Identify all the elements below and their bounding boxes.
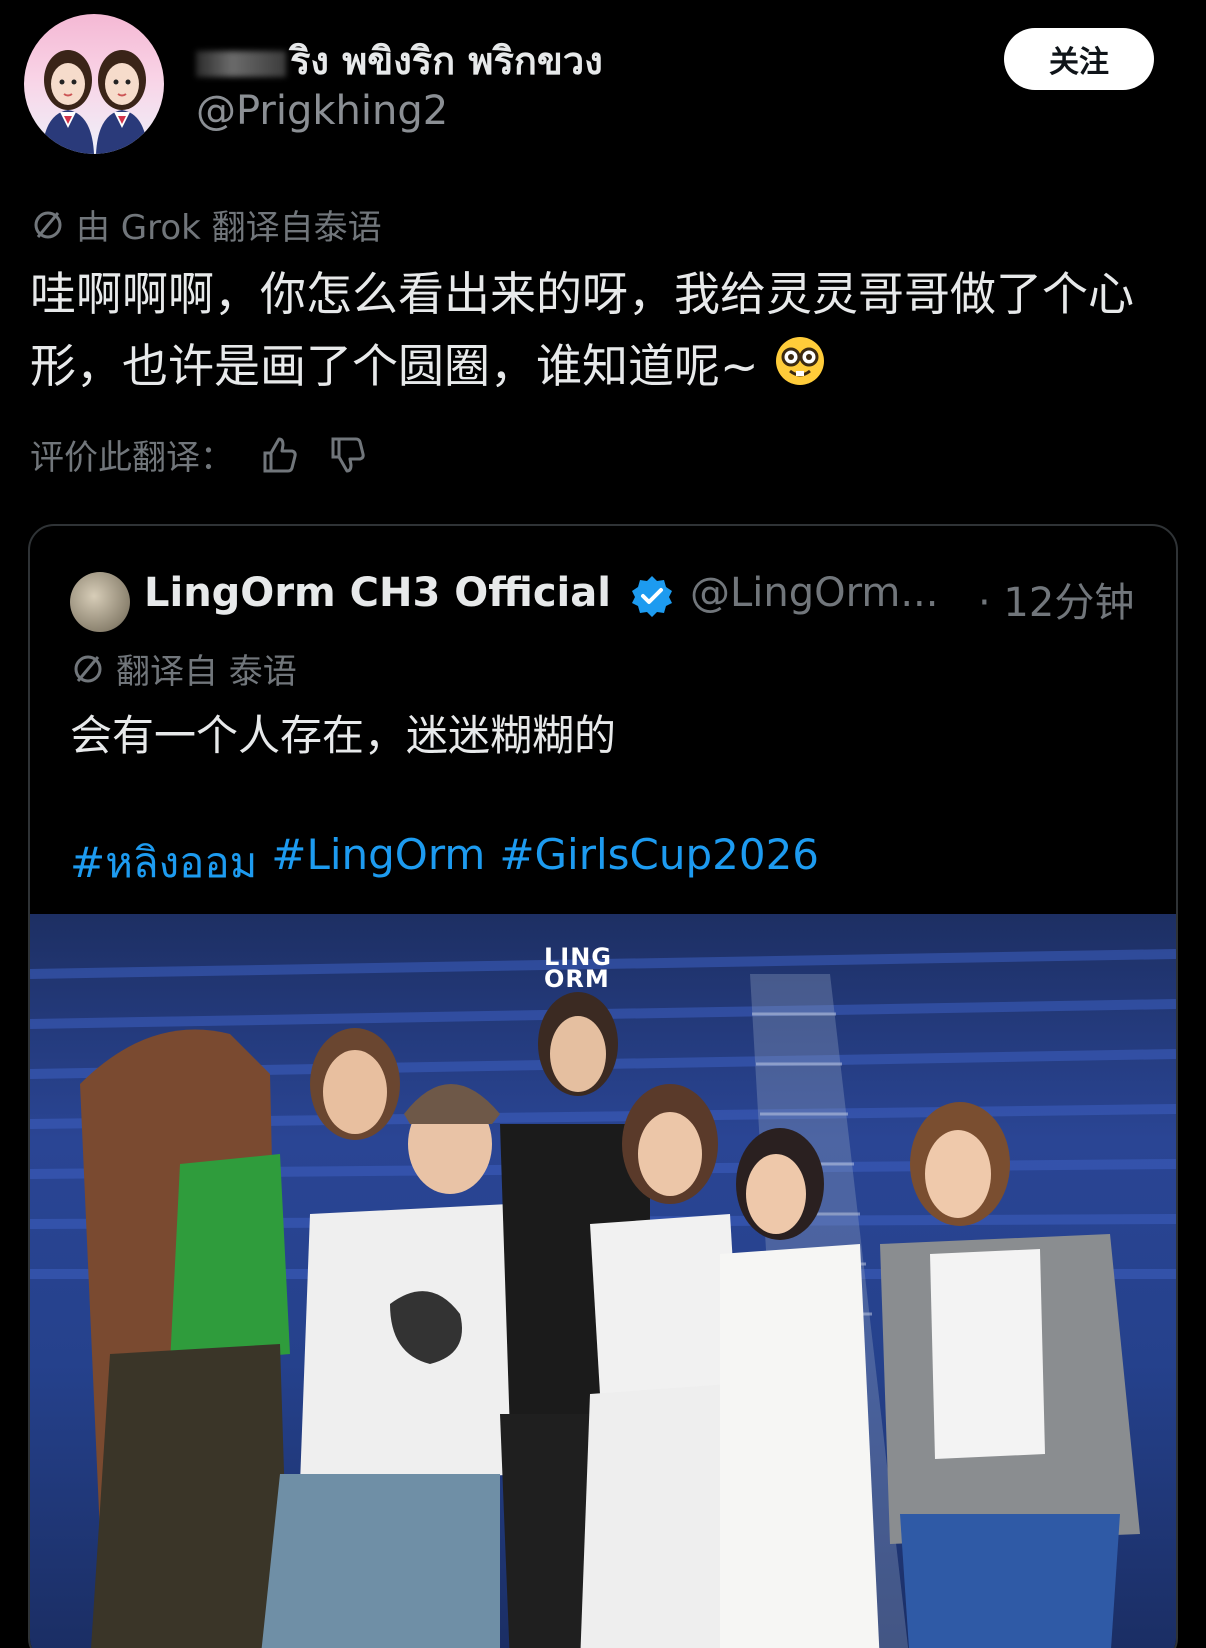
translation-note-text: 由 Grok 翻译自泰语 [76, 208, 382, 248]
quoted-hashtags: #หลิงออม #LingOrm #GirlsCup2026 [70, 830, 819, 896]
display-name-text: ริง พขิงริก พริกขวง [290, 39, 603, 83]
translate-icon [70, 651, 106, 687]
post-text: 哇啊啊啊，你怎么看出来的呀，我给灵灵哥哥做了个心形，也许是画了个圆圈，谁知道呢~ [30, 258, 1180, 408]
author-display-name[interactable]: ริง พขิงริก พริกขวง [196, 30, 603, 91]
quoted-translation-note[interactable]: 翻译自 泰语 [70, 644, 297, 693]
follow-button[interactable]: 关注 [1004, 28, 1154, 90]
quoted-author-handle[interactable]: @LingOrm... [690, 570, 938, 616]
hashtag-link[interactable]: #LingOrm [271, 830, 485, 896]
post-page: ริง พขิงริก พริกขวง @Prigkhing2 关注 由 Gro… [0, 0, 1206, 1648]
hashtag-link[interactable]: #GirlsCup2026 [499, 830, 819, 896]
verified-badge-icon [630, 574, 674, 618]
translate-icon [30, 207, 66, 243]
quoted-author-name[interactable]: LingOrm CH3 Official [144, 570, 611, 616]
photo-logo-line2: ORM [544, 965, 610, 993]
blurred-name-part [196, 50, 286, 77]
author-handle[interactable]: @Prigkhing2 [196, 88, 448, 134]
quoted-author-avatar[interactable] [70, 572, 130, 632]
thumbs-down-icon[interactable] [324, 432, 370, 478]
quoted-post-time[interactable]: · 12分钟 [978, 570, 1134, 628]
thumbs-up-icon[interactable] [256, 432, 302, 478]
hashtag-link[interactable]: #หลิงออม [70, 830, 257, 896]
quoted-post-card[interactable]: LingOrm CH3 Official @LingOrm... · 12分钟 … [28, 524, 1178, 1648]
quoted-post-photo[interactable]: LING ORM [30, 914, 1176, 1648]
author-avatar[interactable] [24, 14, 164, 154]
quoted-post-text: 会有一个人存在，迷迷糊糊的 [70, 711, 617, 760]
rate-translation-label: 评价此翻译： [30, 438, 234, 478]
translation-note[interactable]: 由 Grok 翻译自泰语 [30, 200, 382, 249]
quoted-translation-note-text: 翻译自 泰语 [116, 652, 297, 692]
photo-brand-logo: LING ORM [544, 945, 612, 993]
nerd-face-emoji [773, 334, 827, 408]
post-text-body: 哇啊啊啊，你怎么看出来的呀，我给灵灵哥哥做了个心形，也许是画了个圆圈，谁知道呢~ [30, 267, 1134, 393]
rate-translation-row: 评价此翻译： [30, 430, 370, 479]
